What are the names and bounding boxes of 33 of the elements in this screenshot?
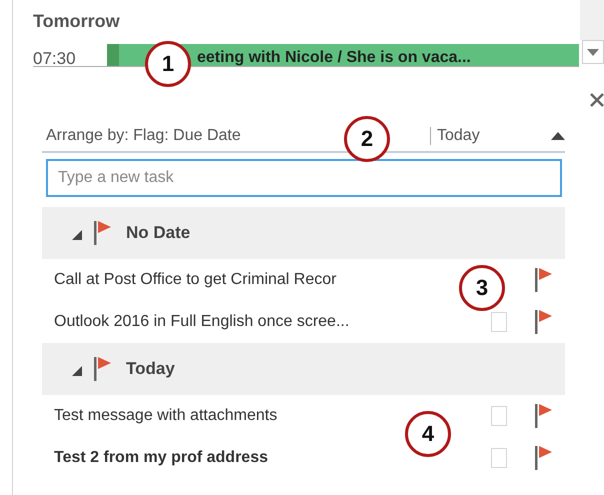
group-title: No Date: [126, 223, 190, 243]
flag-icon: [94, 221, 112, 245]
task-checkbox[interactable]: [491, 312, 507, 332]
group-header[interactable]: Today: [42, 343, 565, 395]
group-header[interactable]: No Date: [42, 207, 565, 259]
sort-up-icon[interactable]: [551, 132, 565, 140]
arrange-label[interactable]: Arrange by: Flag: Due Date: [46, 127, 241, 145]
task-title[interactable]: Call at Post Office to get Criminal Recor: [54, 271, 336, 289]
task-title[interactable]: Test message with attachments: [54, 407, 278, 425]
callout-number: 4: [405, 411, 451, 457]
close-icon[interactable]: [590, 93, 604, 107]
side-panel: [580, 0, 604, 40]
task-title[interactable]: Outlook 2016 in Full English once scree...: [54, 313, 350, 331]
day-heading: Tomorrow: [33, 11, 121, 33]
task-checkbox[interactable]: [491, 448, 507, 468]
flag-icon[interactable]: [535, 404, 553, 428]
dropdown-button[interactable]: [582, 40, 604, 64]
sort-label[interactable]: Today: [430, 127, 551, 145]
expand-icon[interactable]: [72, 366, 82, 376]
new-task-field[interactable]: Type a new task: [46, 159, 562, 197]
expand-icon[interactable]: [72, 230, 82, 240]
flag-icon[interactable]: [535, 310, 553, 334]
appointment-time: 07:30: [33, 48, 77, 66]
callout-number: 2: [344, 116, 390, 162]
caret-icon: [587, 48, 599, 56]
group-title: Today: [126, 359, 175, 379]
flag-icon[interactable]: [535, 446, 553, 470]
task-checkbox[interactable]: [491, 406, 507, 426]
task-title[interactable]: Test 2 from my prof address: [54, 449, 268, 467]
callout-number: 3: [459, 265, 505, 311]
flag-icon: [94, 357, 112, 381]
flag-icon[interactable]: [535, 268, 553, 292]
callout-number: 1: [145, 41, 191, 87]
